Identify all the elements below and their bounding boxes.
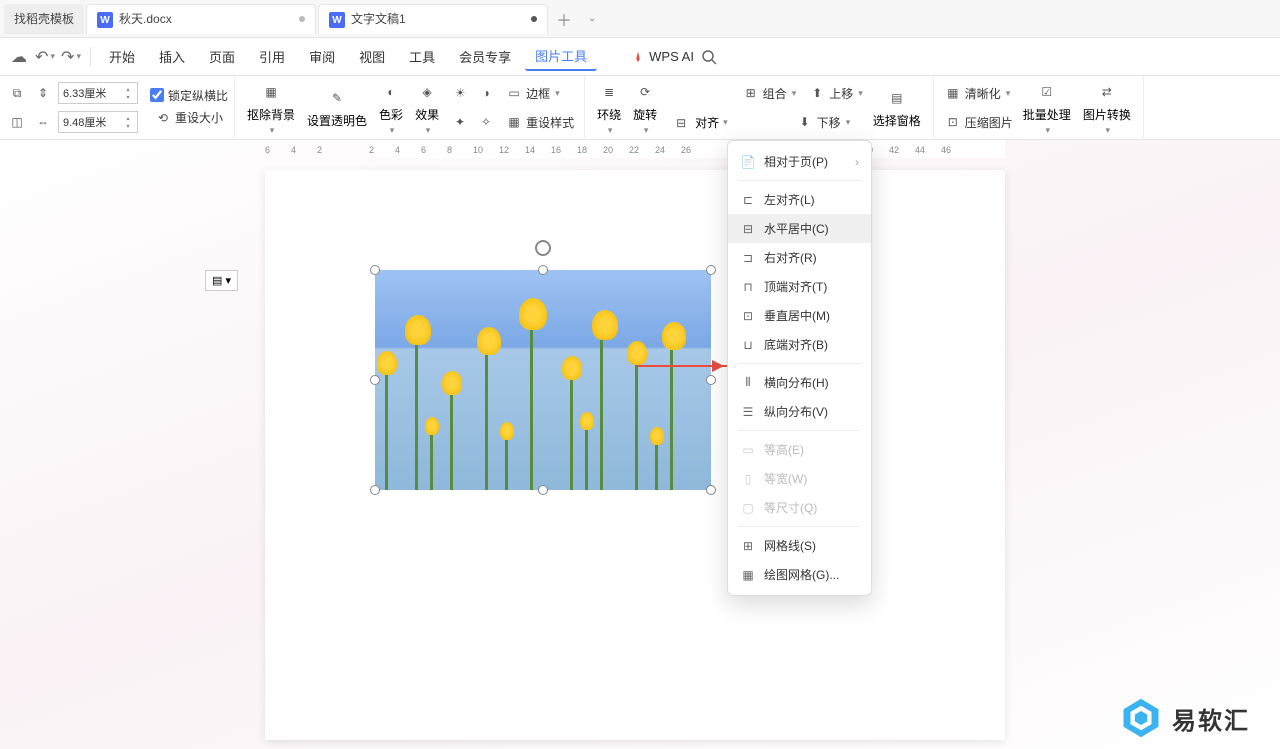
align-left[interactable]: ⊏左对齐(L) xyxy=(728,185,871,214)
up-button[interactable]: ⬆上移 xyxy=(804,82,867,104)
sharpen-button[interactable]: ▦清晰化 xyxy=(940,82,1015,104)
tab-bar: 找稻壳模板 W秋天.docx W文字文稿1 ＋ ⌄ xyxy=(0,0,1280,38)
align-button[interactable]: ⊟对齐 xyxy=(663,110,734,136)
menu-page[interactable]: 页面 xyxy=(199,43,245,70)
menu-tools[interactable]: 工具 xyxy=(399,43,445,70)
add-tab-button[interactable]: ＋ xyxy=(550,5,578,33)
menu-bar: ☁ ↶ ↷ 开始 插入 页面 引用 审阅 视图 工具 会员专享 图片工具 WPS… xyxy=(0,38,1280,76)
wrap-button[interactable]: ≣环绕 xyxy=(591,78,627,138)
transparency-button[interactable]: ✎设置透明色 xyxy=(301,84,373,131)
height-input[interactable]: 6.33厘米▴▾ xyxy=(58,82,138,104)
equal-size: ▢等尺寸(Q) xyxy=(728,493,871,522)
reset-style-button[interactable]: ▦重设样式 xyxy=(501,111,578,133)
menu-pictool[interactable]: 图片工具 xyxy=(525,42,597,71)
rotate-handle[interactable] xyxy=(535,240,551,256)
resize-handle-ne[interactable] xyxy=(706,265,716,275)
resize-handle-sw[interactable] xyxy=(370,485,380,495)
crop2-icon[interactable]: ◫ xyxy=(6,111,28,133)
distribute-h[interactable]: ⫴横向分布(H) xyxy=(728,368,871,397)
align-hcenter[interactable]: ⊟水平居中(C) xyxy=(728,214,871,243)
contrast2-icon[interactable]: ✧ xyxy=(475,111,497,133)
align-bottom[interactable]: ⊔底端对齐(B) xyxy=(728,330,871,359)
menu-view[interactable]: 视图 xyxy=(349,43,395,70)
resize-handle-w[interactable] xyxy=(370,375,380,385)
tab-template[interactable]: 找稻壳模板 xyxy=(4,4,84,34)
selected-image[interactable] xyxy=(375,270,711,490)
compress-button[interactable]: ⊡压缩图片 xyxy=(940,111,1017,133)
menu-begin[interactable]: 开始 xyxy=(99,43,145,70)
ribbon: ⧉⇕ 6.33厘米▴▾ ◫⇔ 9.48厘米▴▾ 锁定纵横比 ⟲重设大小 ▦抠除背… xyxy=(0,76,1280,140)
save-icon[interactable]: ☁ xyxy=(8,46,30,68)
menu-ref[interactable]: 引用 xyxy=(249,43,295,70)
gridlines[interactable]: ⊞网格线(S) xyxy=(728,531,871,560)
batch-button[interactable]: ☑批量处理 xyxy=(1017,78,1077,138)
align-right[interactable]: ⊐右对齐(R) xyxy=(728,243,871,272)
brightness2-icon[interactable]: ✦ xyxy=(449,111,471,133)
contrast-icon[interactable]: ◑ xyxy=(475,82,497,104)
align-top[interactable]: ⊓顶端对齐(T) xyxy=(728,272,871,301)
resize-handle-nw[interactable] xyxy=(370,265,380,275)
reset-size-button[interactable]: ⟲重设大小 xyxy=(150,107,228,129)
select-pane-button[interactable]: ▤选择窗格 xyxy=(867,84,927,131)
matting-button[interactable]: ▦抠除背景 xyxy=(241,78,301,138)
lock-ratio-checkbox[interactable]: 锁定纵横比 xyxy=(150,87,228,104)
tab-menu-button[interactable]: ⌄ xyxy=(578,5,606,33)
align-dropdown: 📄相对于页(P) ⊏左对齐(L) ⊟水平居中(C) ⊐右对齐(R) ⊓顶端对齐(… xyxy=(727,140,872,596)
document-page[interactable]: ▤ ▾ xyxy=(265,170,1005,740)
resize-handle-n[interactable] xyxy=(538,265,548,275)
menu-vip[interactable]: 会员专享 xyxy=(449,43,521,70)
tab-doc-1[interactable]: W秋天.docx xyxy=(86,4,316,34)
annotation-arrow xyxy=(638,365,728,367)
resize-handle-s[interactable] xyxy=(538,485,548,495)
effect-button[interactable]: ◈效果 xyxy=(409,78,445,138)
group-button[interactable]: ⊞组合 xyxy=(738,82,801,104)
height-icon: ⇕ xyxy=(32,82,54,104)
redo-button[interactable]: ↷ xyxy=(60,46,82,68)
equal-width: ▯等宽(W) xyxy=(728,464,871,493)
color-button[interactable]: ◐色彩 xyxy=(373,78,409,138)
watermark-logo: 易软汇 xyxy=(1120,697,1250,739)
resize-handle-e[interactable] xyxy=(706,375,716,385)
width-icon: ⇔ xyxy=(32,111,54,133)
layout-options-button[interactable]: ▤ ▾ xyxy=(205,270,238,291)
menu-insert[interactable]: 插入 xyxy=(149,43,195,70)
align-relative-page[interactable]: 📄相对于页(P) xyxy=(728,147,871,176)
menu-review[interactable]: 审阅 xyxy=(299,43,345,70)
wps-ai-button[interactable]: WPS AI xyxy=(631,49,694,64)
convert-button[interactable]: ⇄图片转换 xyxy=(1077,78,1137,138)
brightness-icon[interactable]: ☀ xyxy=(449,82,471,104)
tab-doc-2[interactable]: W文字文稿1 xyxy=(318,4,548,34)
draw-grid[interactable]: ▦绘图网格(G)... xyxy=(728,560,871,589)
crop-icon[interactable]: ⧉ xyxy=(6,82,28,104)
equal-height: ▭等高(E) xyxy=(728,435,871,464)
rotate-button[interactable]: ⟳旋转 xyxy=(627,78,663,138)
border-button[interactable]: ▭边框 xyxy=(501,82,564,104)
down-button[interactable]: ⬇下移 xyxy=(792,111,855,133)
distribute-v[interactable]: ☰纵向分布(V) xyxy=(728,397,871,426)
search-icon[interactable] xyxy=(698,46,720,68)
width-input[interactable]: 9.48厘米▴▾ xyxy=(58,111,138,133)
undo-button[interactable]: ↶ xyxy=(34,46,56,68)
resize-handle-se[interactable] xyxy=(706,485,716,495)
align-vcenter[interactable]: ⊡垂直居中(M) xyxy=(728,301,871,330)
document-canvas: 642246810121416182022242640424446 ▤ ▾ xyxy=(0,140,1280,749)
